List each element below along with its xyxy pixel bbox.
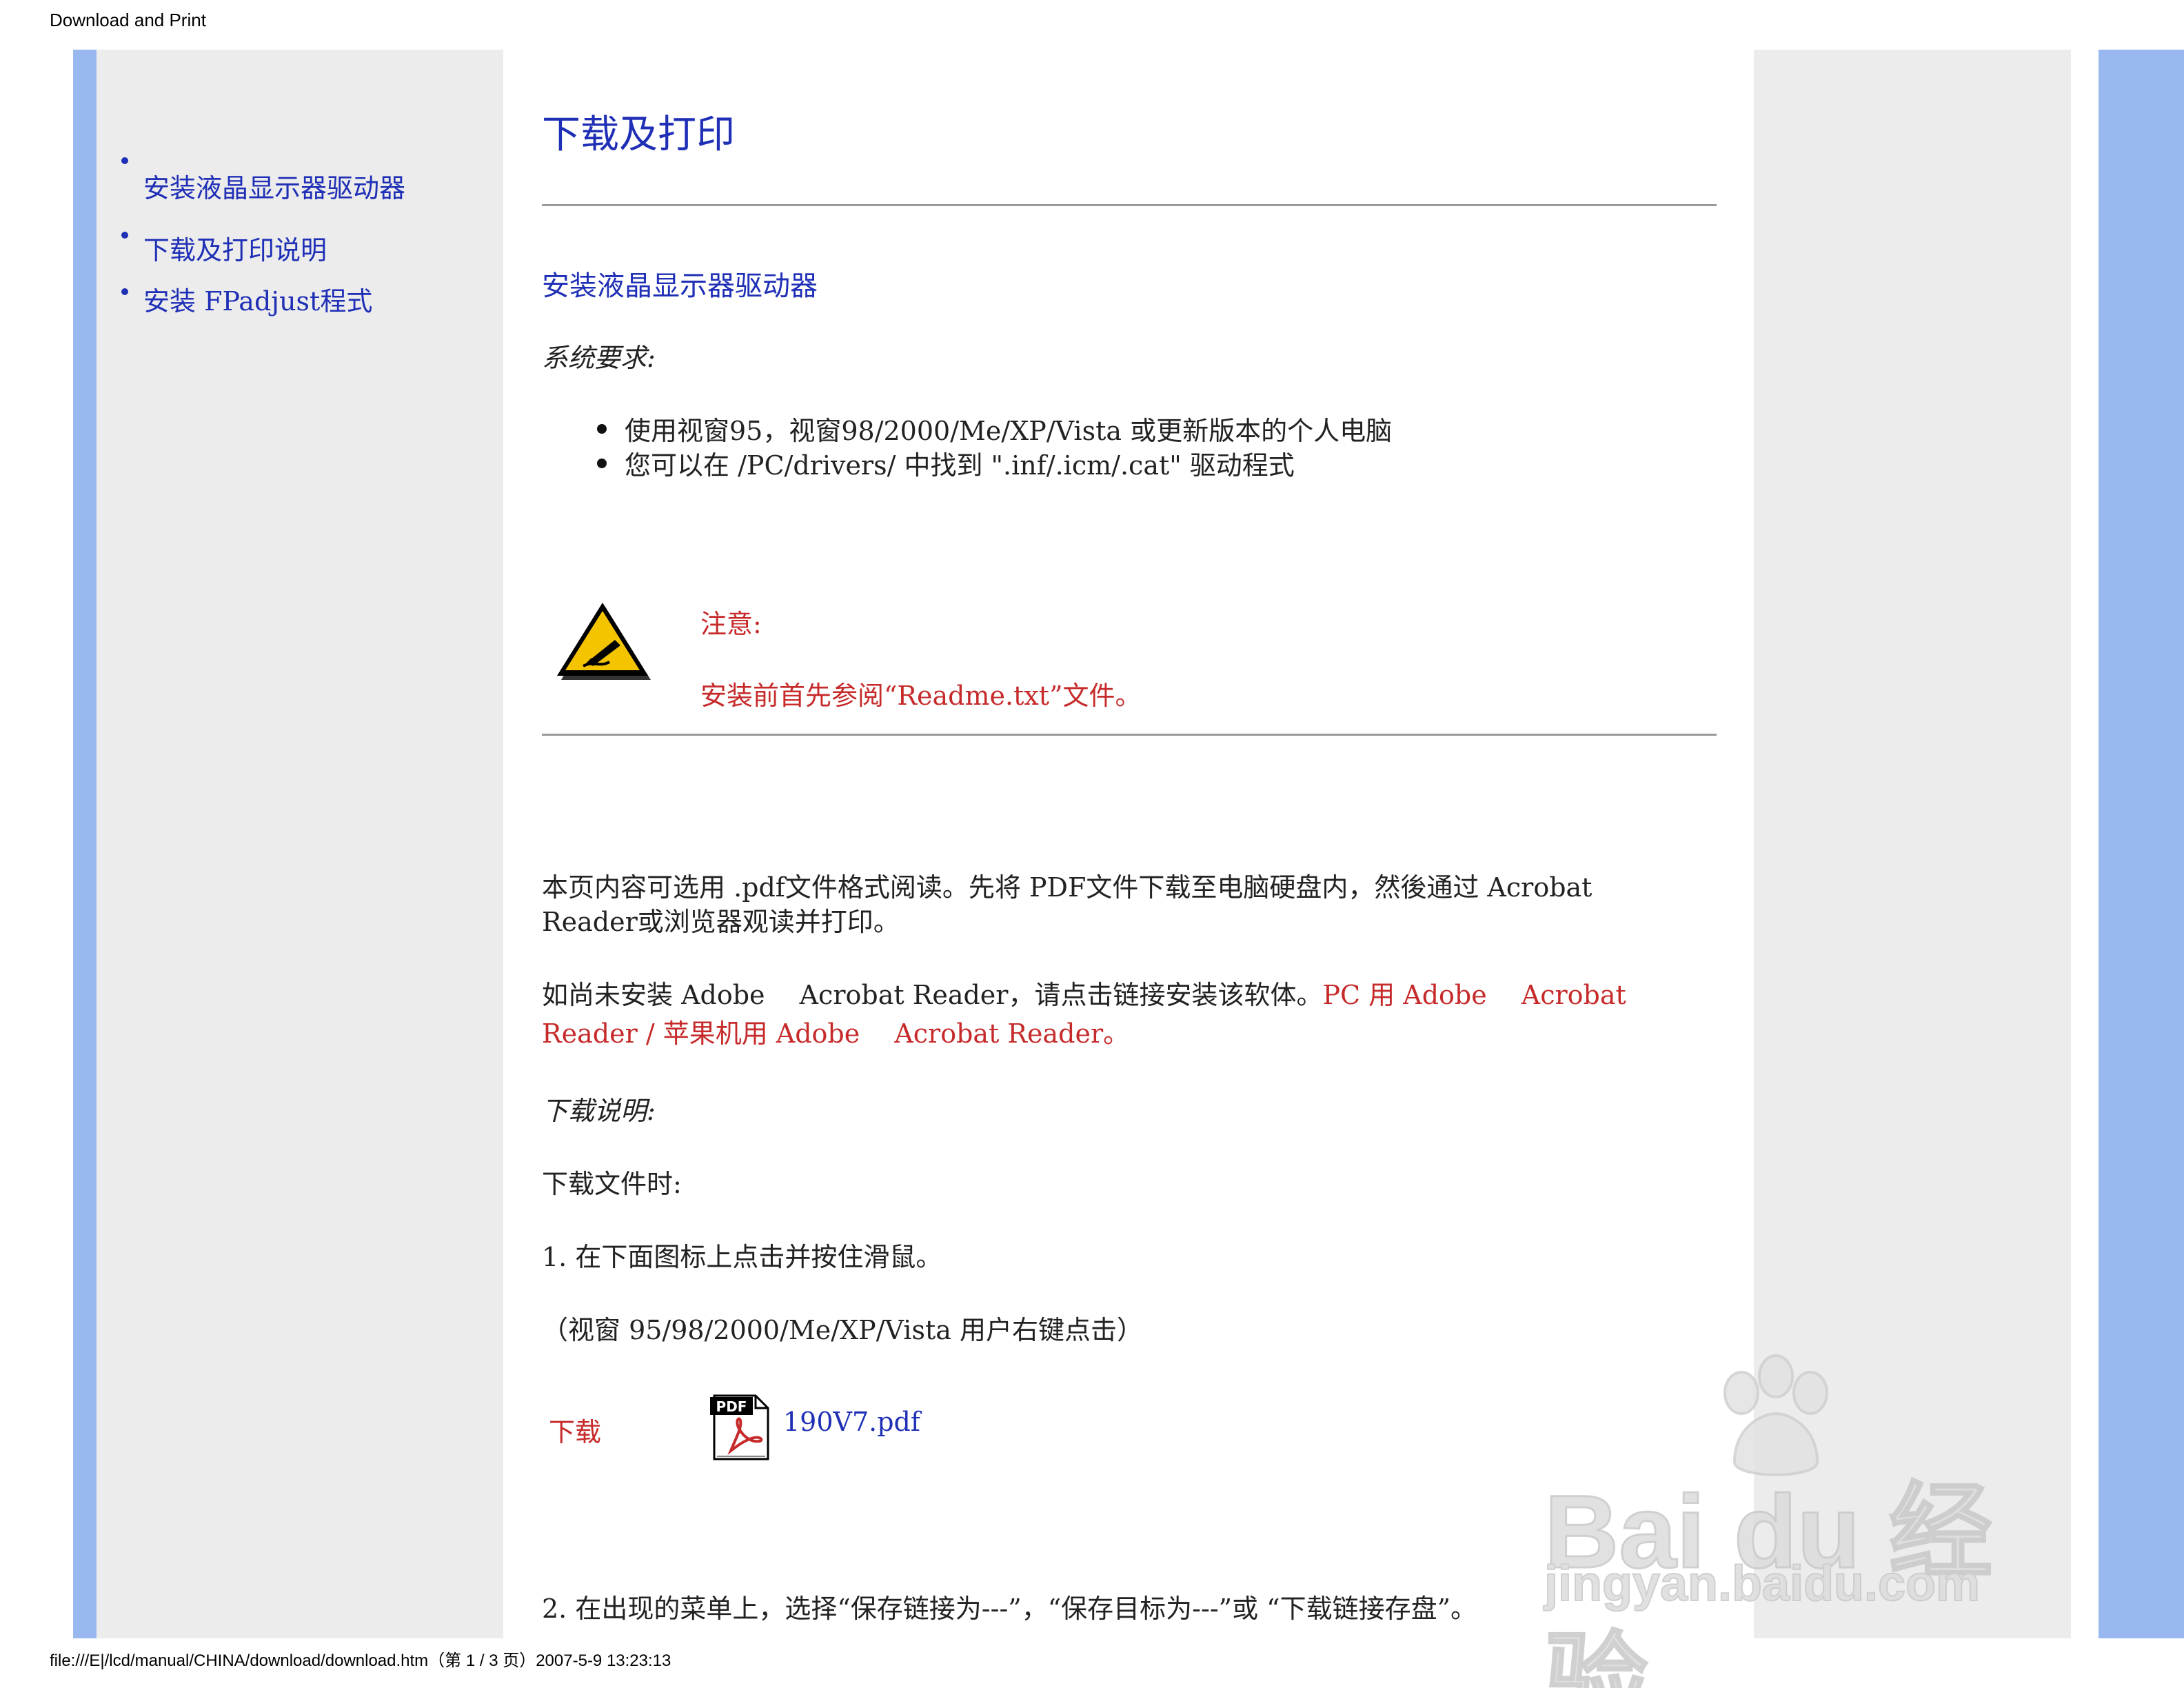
note-text: 安装前首先参阅“Readme.txt”文件。: [700, 681, 1142, 711]
step-1: 1. 在下面图标上点击并按住滑鼠。: [542, 1242, 942, 1272]
list-bullet: [597, 424, 607, 434]
adobe-line1: 如尚未安装 Adobe Acrobat Reader，请点击链接安装该软体。PC…: [542, 974, 1626, 1012]
step-2: 2. 在出现的菜单上，选择“保存链接为---”，“保存目标为---”或 “下载链…: [542, 1594, 1477, 1624]
requirement-item: 使用视窗95，视窗98/2000/Me/XP/Vista 或更新版本的个人电脑: [625, 416, 1393, 446]
sidebar-item-fpadjust[interactable]: 安装 FPadjust程式: [143, 280, 372, 318]
pdf-file-icon[interactable]: PDF: [710, 1393, 772, 1462]
print-footer: file:///E|/lcd/manual/CHINA/download/dow…: [50, 1651, 671, 1670]
pdf-intro-line2: Reader或浏览器观读并打印。: [542, 907, 900, 937]
download-instructions-label: 下载说明:: [542, 1096, 656, 1126]
baidu-watermark: Bai du 经验 jingyan.baidu.com: [1544, 1352, 2068, 1688]
svg-text:PDF: PDF: [716, 1398, 747, 1415]
download-label: 下载: [549, 1417, 602, 1447]
pdf-intro-line1: 本页内容可选用 .pdf文件格式阅读。先将 PDF文件下载至电脑硬盘内，然後通过…: [542, 872, 1593, 903]
divider: [542, 204, 1717, 206]
watermark-domain: jingyan.baidu.com: [1544, 1556, 1981, 1612]
step-1-note: （视窗 95/98/2000/Me/XP/Vista 用户右键点击）: [542, 1315, 1143, 1345]
sidebar-bullet: [121, 232, 128, 239]
pdf-download-link[interactable]: 190V7.pdf: [783, 1407, 920, 1437]
adobe-install-text: 如尚未安装 Adobe Acrobat Reader，请点击链接安装该软体。: [542, 980, 1323, 1010]
requirements-label: 系统要求:: [542, 343, 656, 373]
adobe-pc-link-cont[interactable]: Reader: [542, 1018, 638, 1049]
section-title: 安装液晶显示器驱动器: [542, 270, 818, 302]
adobe-mac-link[interactable]: 苹果机用 Adobe Acrobat Reader。: [663, 1018, 1129, 1049]
list-bullet: [597, 459, 607, 468]
sidebar-item-install-driver[interactable]: 安装液晶显示器驱动器: [143, 167, 405, 205]
page-title: 下载及打印: [542, 112, 735, 157]
left-blue-band: [73, 50, 97, 1638]
adobe-separator: /: [637, 1018, 663, 1049]
divider: [542, 734, 1717, 736]
right-blue-band: [2099, 50, 2184, 1638]
page: Download and Print 安装液晶显示器驱动器 下载及打印说明 安装…: [0, 0, 2184, 1688]
requirement-item: 您可以在 /PC/drivers/ 中找到 ".inf/.icm/.cat" 驱…: [625, 450, 1295, 481]
adobe-pc-link[interactable]: PC 用 Adobe Acrobat: [1322, 980, 1626, 1010]
adobe-line2: Reader / 苹果机用 Adobe Acrobat Reader。: [542, 1012, 1129, 1050]
note-label: 注意:: [700, 609, 762, 639]
sidebar-bullet: [121, 288, 128, 295]
sidebar-bullet: [121, 157, 128, 164]
warning-icon: [557, 603, 651, 680]
print-header: Download and Print: [50, 10, 206, 30]
sidebar-item-download-print[interactable]: 下载及打印说明: [143, 229, 327, 267]
download-when: 下载文件时:: [542, 1169, 682, 1199]
